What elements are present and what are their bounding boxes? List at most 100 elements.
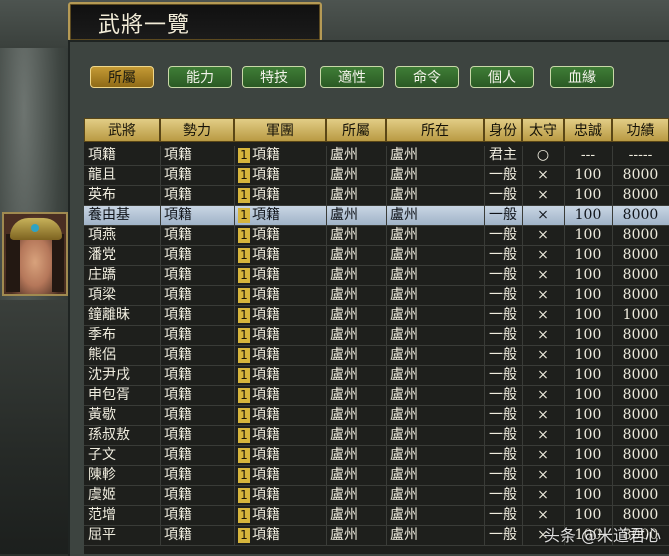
- cell-affiliation: 盧州: [330, 207, 358, 223]
- table-row[interactable]: 季布 項籍 1 項籍 盧州 盧州 一般 × 100 8000: [84, 326, 669, 346]
- cell-location: 盧州: [390, 227, 418, 243]
- cell-officer-name: 熊侶: [88, 347, 116, 363]
- grid-line: [326, 226, 327, 245]
- table-row[interactable]: 申包胥 項籍 1 項籍 盧州 盧州 一般 × 100 8000: [84, 386, 669, 406]
- column-header[interactable]: 軍團: [234, 118, 326, 142]
- table-row[interactable]: 項梁 項籍 1 項籍 盧州 盧州 一般 × 100 8000: [84, 286, 669, 306]
- cell-merit: 8000: [622, 447, 659, 463]
- cell-faction: 項籍: [164, 167, 192, 183]
- table-row[interactable]: 子文 項籍 1 項籍 盧州 盧州 一般 × 100 8000: [84, 446, 669, 466]
- tab-4[interactable]: 命令: [395, 66, 459, 88]
- grid-line: [484, 226, 485, 245]
- grid-line: [612, 186, 613, 205]
- grid-line: [386, 206, 387, 225]
- corps-number-badge: 1: [238, 267, 250, 283]
- watermark: 头条 @米道君心: [543, 526, 661, 545]
- column-header[interactable]: 所在: [386, 118, 484, 142]
- grid-line: [612, 406, 613, 425]
- table-row[interactable]: 龍且 項籍 1 項籍 盧州 盧州 一般 × 100 8000: [84, 166, 669, 186]
- cell-affiliation: 盧州: [330, 527, 358, 543]
- grid-line: [234, 186, 235, 205]
- table-row[interactable]: 項籍 項籍 1 項籍 盧州 盧州 君主 ○ --- -----: [84, 146, 669, 166]
- cell-officer-name: 季布: [88, 327, 116, 343]
- grid-line: [564, 146, 565, 165]
- grid-line: [522, 166, 523, 185]
- grid-line: [564, 346, 565, 365]
- table-row[interactable]: 黃歇 項籍 1 項籍 盧州 盧州 一般 × 100 8000: [84, 406, 669, 426]
- grid-line: [484, 466, 485, 485]
- table-row[interactable]: 虞姬 項籍 1 項籍 盧州 盧州 一般 × 100 8000: [84, 486, 669, 506]
- table-row[interactable]: 沈尹戌 項籍 1 項籍 盧州 盧州 一般 × 100 8000: [84, 366, 669, 386]
- table-row[interactable]: 孫叔敖 項籍 1 項籍 盧州 盧州 一般 × 100 8000: [84, 426, 669, 446]
- cell-corps: 1 項籍: [238, 466, 326, 485]
- table-row[interactable]: 英布 項籍 1 項籍 盧州 盧州 一般 × 100 8000: [84, 186, 669, 206]
- cell-location: 盧州: [390, 387, 418, 403]
- column-header[interactable]: 太守: [522, 118, 564, 142]
- grid-line: [234, 506, 235, 525]
- table-row[interactable]: 熊侶 項籍 1 項籍 盧州 盧州 一般 × 100 8000: [84, 346, 669, 366]
- table-row[interactable]: 鐘離昧 項籍 1 項籍 盧州 盧州 一般 × 100 1000: [84, 306, 669, 326]
- grid-line: [326, 266, 327, 285]
- grid-line: [522, 446, 523, 465]
- corps-number-badge: 1: [238, 487, 250, 503]
- corps-number-badge: 1: [238, 427, 250, 443]
- grid-line: [612, 306, 613, 325]
- column-header[interactable]: 身份: [484, 118, 522, 142]
- tab-0[interactable]: 所屬: [90, 66, 154, 88]
- table-row[interactable]: 庄蹻 項籍 1 項籍 盧州 盧州 一般 × 100 8000: [84, 266, 669, 286]
- grid-line: [612, 206, 613, 225]
- column-header[interactable]: 功績: [612, 118, 669, 142]
- tab-3[interactable]: 適性: [320, 66, 384, 88]
- grid-line: [484, 166, 485, 185]
- grid-line: [386, 146, 387, 165]
- cell-loyalty: 100: [574, 267, 602, 283]
- column-header[interactable]: 忠誠: [564, 118, 612, 142]
- grid-line: [522, 286, 523, 305]
- grid-line: [612, 166, 613, 185]
- cell-status: 一般: [489, 367, 517, 383]
- grid-line: [484, 326, 485, 345]
- table-row[interactable]: 潘党 項籍 1 項籍 盧州 盧州 一般 × 100 8000: [84, 246, 669, 266]
- grid-line: [386, 286, 387, 305]
- table-row[interactable]: 項燕 項籍 1 項籍 盧州 盧州 一般 × 100 8000: [84, 226, 669, 246]
- column-header[interactable]: 勢力: [160, 118, 234, 142]
- cell-officer-name: 庄蹻: [88, 267, 116, 283]
- grid-line: [234, 426, 235, 445]
- cell-affiliation: 盧州: [330, 447, 358, 463]
- cell-status: 一般: [489, 447, 517, 463]
- cell-loyalty: 100: [574, 367, 602, 383]
- grid-line: [522, 386, 523, 405]
- grid-line: [484, 526, 485, 545]
- tab-2[interactable]: 特技: [242, 66, 306, 88]
- cell-faction: 項籍: [164, 247, 192, 263]
- window-title-bar: 武將一覽: [68, 2, 322, 42]
- cell-loyalty: 100: [574, 347, 602, 363]
- cell-location: 盧州: [390, 267, 418, 283]
- cell-location: 盧州: [390, 247, 418, 263]
- grid-line: [612, 326, 613, 345]
- cell-merit: 8000: [622, 287, 659, 303]
- cell-officer-name: 黃歇: [88, 407, 116, 423]
- grid-line: [484, 286, 485, 305]
- cell-governor: ×: [537, 487, 549, 503]
- tab-6[interactable]: 血緣: [550, 66, 614, 88]
- tab-1[interactable]: 能力: [168, 66, 232, 88]
- tab-5[interactable]: 個人: [470, 66, 534, 88]
- portrait-hair-left: [6, 234, 20, 292]
- grid-line: [484, 306, 485, 325]
- grid-line: [234, 166, 235, 185]
- table-row[interactable]: 養由基 項籍 1 項籍 盧州 盧州 一般 × 100 8000: [84, 206, 669, 226]
- cell-faction: 項籍: [164, 467, 192, 483]
- cell-affiliation: 盧州: [330, 147, 358, 163]
- cell-merit: 8000: [622, 407, 659, 423]
- cell-faction: 項籍: [164, 447, 192, 463]
- corps-name: 項籍: [252, 287, 280, 303]
- cell-location: 盧州: [390, 507, 418, 523]
- grid-line: [564, 286, 565, 305]
- cell-officer-name: 屈平: [88, 527, 116, 543]
- grid-line: [386, 166, 387, 185]
- column-header[interactable]: 所屬: [326, 118, 386, 142]
- cell-affiliation: 盧州: [330, 327, 358, 343]
- table-row[interactable]: 陳軫 項籍 1 項籍 盧州 盧州 一般 × 100 8000: [84, 466, 669, 486]
- column-header[interactable]: 武將: [84, 118, 160, 142]
